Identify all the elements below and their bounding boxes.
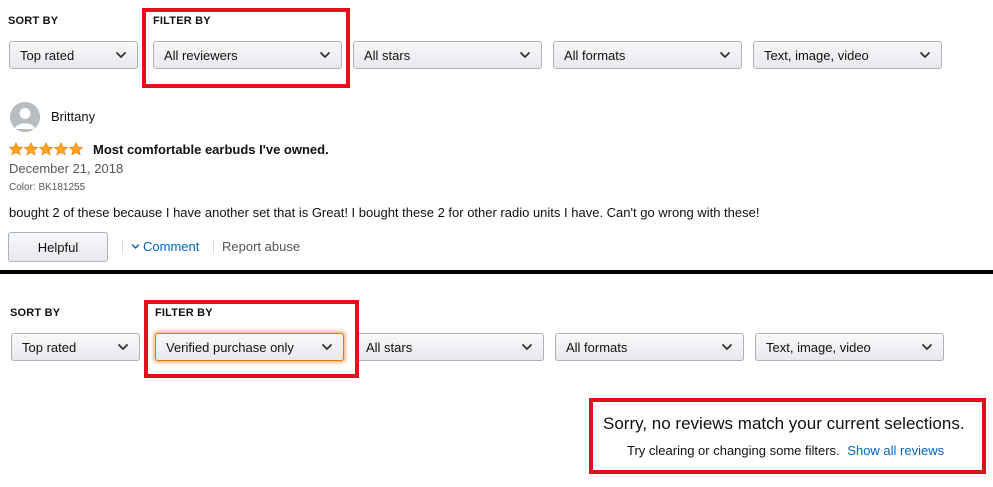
section-divider	[0, 270, 993, 274]
review-date: December 21, 2018	[9, 161, 124, 176]
chevron-down-icon	[919, 49, 931, 61]
formats-filter-dropdown[interactable]: All formats	[555, 333, 744, 361]
chevron-down-icon	[117, 341, 129, 353]
media-filter-value: Text, image, video	[764, 47, 869, 63]
star-icon	[9, 142, 23, 156]
formats-filter-value: All formats	[564, 47, 626, 63]
star-icon	[54, 142, 68, 156]
sort-by-label: SORT BY	[10, 307, 61, 319]
sort-dropdown-value: Top rated	[20, 47, 75, 63]
stars-filter-dropdown[interactable]: All stars	[355, 333, 544, 361]
sort-dropdown[interactable]: Top rated	[11, 333, 140, 361]
review-variant: Color: BK181255	[9, 182, 86, 193]
filter-highlight-box	[142, 8, 350, 88]
filter-highlight-box	[144, 300, 359, 378]
review-author[interactable]: Brittany	[51, 109, 95, 124]
chevron-down-icon	[921, 341, 933, 353]
formats-filter-dropdown[interactable]: All formats	[553, 41, 742, 69]
report-abuse-link[interactable]: Report abuse	[222, 239, 300, 254]
empty-state-hint: Try clearing or changing some filters.	[627, 443, 840, 458]
chevron-down-icon	[721, 341, 733, 353]
action-divider	[213, 240, 214, 254]
chevron-down-icon	[521, 341, 533, 353]
stars-filter-value: All stars	[366, 339, 413, 355]
comment-link-label: Comment	[143, 239, 200, 254]
empty-state-highlight-box	[589, 398, 986, 474]
action-divider	[122, 240, 123, 254]
chevron-down-icon	[719, 49, 731, 61]
sort-dropdown[interactable]: Top rated	[9, 41, 138, 69]
helpful-button-label: Helpful	[37, 239, 79, 255]
helpful-button[interactable]: Helpful	[8, 232, 108, 262]
stars-filter-dropdown[interactable]: All stars	[353, 41, 542, 69]
chevron-down-icon	[131, 239, 140, 254]
empty-state-message: Sorry, no reviews match your current sel…	[603, 414, 965, 433]
show-all-reviews-link[interactable]: Show all reviews	[847, 443, 944, 458]
sort-dropdown-value: Top rated	[22, 339, 77, 355]
media-filter-dropdown[interactable]: Text, image, video	[753, 41, 942, 69]
star-icon	[69, 142, 83, 156]
chevron-down-icon	[115, 49, 127, 61]
review-body: bought 2 of these because I have another…	[9, 205, 760, 220]
star-icon	[39, 142, 53, 156]
star-icon	[24, 142, 38, 156]
chevron-down-icon	[519, 49, 531, 61]
media-filter-value: Text, image, video	[766, 339, 871, 355]
review-title[interactable]: Most comfortable earbuds I've owned.	[93, 142, 329, 157]
star-rating	[9, 142, 83, 156]
formats-filter-value: All formats	[566, 339, 628, 355]
user-avatar-icon	[10, 102, 40, 132]
stars-filter-value: All stars	[364, 47, 411, 63]
media-filter-dropdown[interactable]: Text, image, video	[755, 333, 944, 361]
comment-link[interactable]: Comment	[131, 239, 199, 254]
sort-by-label: SORT BY	[8, 15, 59, 27]
